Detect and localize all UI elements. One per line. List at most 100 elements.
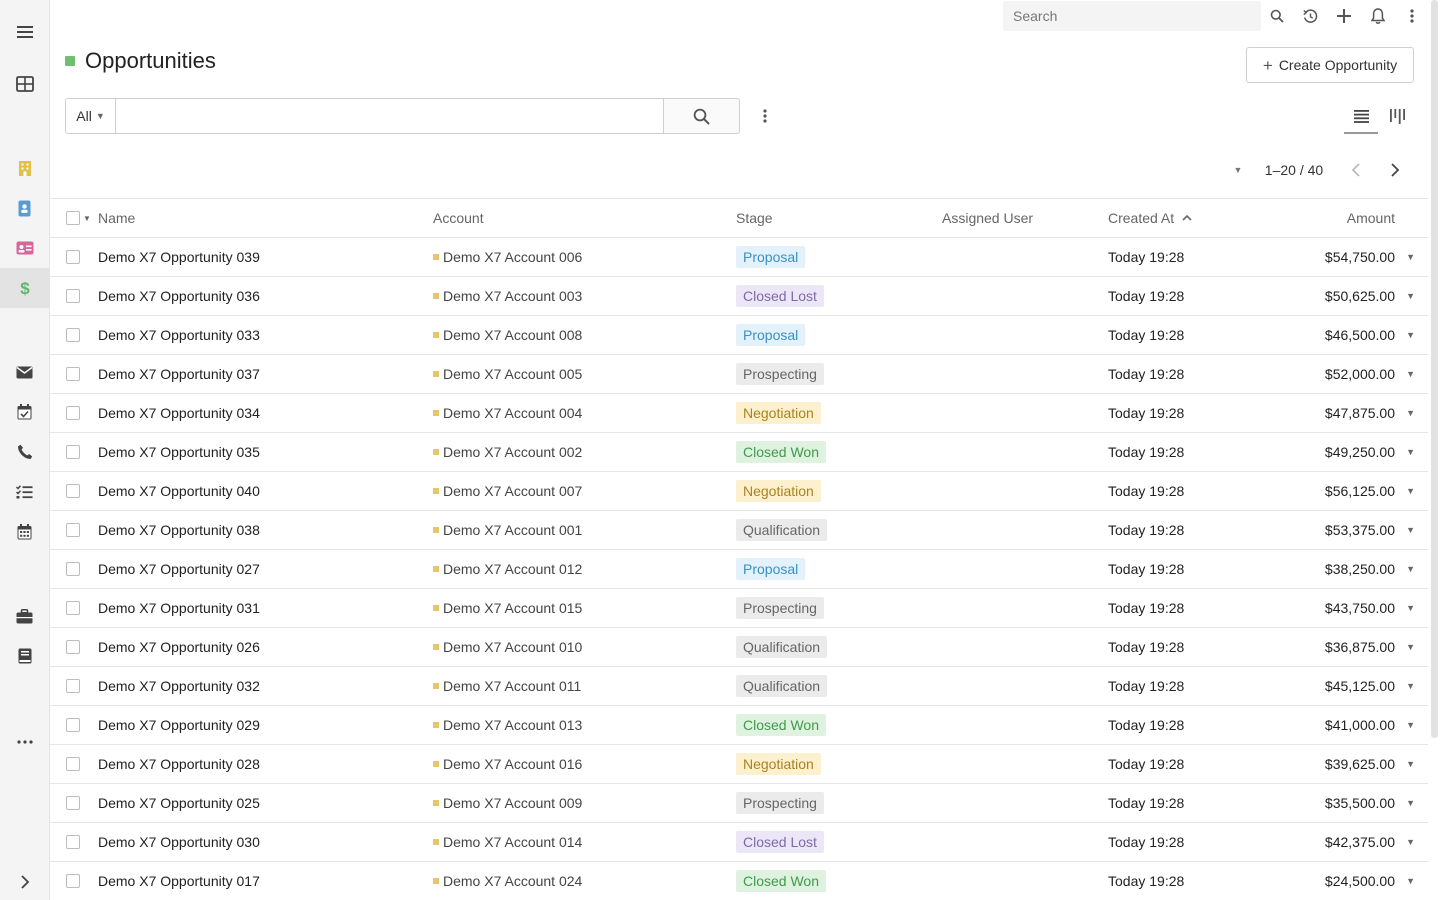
column-header-amount[interactable]: Amount [1347,199,1395,238]
table-row[interactable]: Demo X7 Opportunity 040 Demo X7 Account 0… [50,472,1428,511]
scrollbar[interactable] [1429,0,1440,900]
account-link[interactable]: Demo X7 Account 005 [433,355,582,393]
scrollbar-thumb[interactable] [1431,0,1438,738]
row-checkbox[interactable] [66,562,80,576]
row-checkbox[interactable] [66,835,80,849]
table-row[interactable]: Demo X7 Opportunity 027 Demo X7 Account 0… [50,550,1428,589]
account-link[interactable]: Demo X7 Account 008 [433,316,582,354]
table-row[interactable]: Demo X7 Opportunity 032 Demo X7 Account 0… [50,667,1428,706]
last-viewed-button[interactable] [1299,5,1321,27]
table-row[interactable]: Demo X7 Opportunity 037 Demo X7 Account 0… [50,355,1428,394]
previous-page-button[interactable] [1344,159,1366,181]
opportunity-name-link[interactable]: Demo X7 Opportunity 030 [98,823,260,861]
create-opportunity-button[interactable]: + Create Opportunity [1246,47,1414,83]
account-link[interactable]: Demo X7 Account 024 [433,862,582,900]
opportunity-name-link[interactable]: Demo X7 Opportunity 039 [98,238,260,276]
opportunity-name-link[interactable]: Demo X7 Opportunity 017 [98,862,260,900]
sidebar-item-cases[interactable] [0,596,49,636]
opportunity-name-link[interactable]: Demo X7 Opportunity 032 [98,667,260,705]
account-link[interactable]: Demo X7 Account 011 [433,667,581,705]
account-link[interactable]: Demo X7 Account 016 [433,745,582,783]
global-search-button[interactable] [1266,5,1288,27]
select-all-caret-icon[interactable]: ▼ [83,199,91,238]
row-checkbox[interactable] [66,679,80,693]
row-checkbox[interactable] [66,445,80,459]
account-link[interactable]: Demo X7 Account 004 [433,394,582,432]
table-row[interactable]: Demo X7 Opportunity 035 Demo X7 Account 0… [50,433,1428,472]
sidebar-item-knowledge-base[interactable] [0,636,49,676]
table-row[interactable]: Demo X7 Opportunity 025 Demo X7 Account 0… [50,784,1428,823]
column-header-account[interactable]: Account [433,199,484,238]
quick-create-button[interactable] [1333,5,1355,27]
row-checkbox[interactable] [66,250,80,264]
table-row[interactable]: Demo X7 Opportunity 031 Demo X7 Account 0… [50,589,1428,628]
sidebar-item-emails[interactable] [0,352,49,392]
sidebar-item-meetings[interactable] [0,392,49,432]
table-row[interactable]: Demo X7 Opportunity 028 Demo X7 Account 0… [50,745,1428,784]
row-checkbox[interactable] [66,640,80,654]
row-checkbox[interactable] [66,523,80,537]
column-header-stage[interactable]: Stage [736,199,773,238]
sidebar-item-calendar[interactable] [0,512,49,552]
sidebar-item-tasks[interactable] [0,472,49,512]
row-checkbox[interactable] [66,484,80,498]
column-header-name[interactable]: Name [98,199,135,238]
row-checkbox[interactable] [66,328,80,342]
account-link[interactable]: Demo X7 Account 009 [433,784,582,822]
sidebar-expand-button[interactable] [0,862,49,900]
row-actions-caret-icon[interactable]: ▼ [1406,745,1415,783]
opportunity-name-link[interactable]: Demo X7 Opportunity 033 [98,316,260,354]
row-checkbox[interactable] [66,367,80,381]
row-checkbox[interactable] [66,796,80,810]
table-row[interactable]: Demo X7 Opportunity 036 Demo X7 Account 0… [50,277,1428,316]
opportunity-name-link[interactable]: Demo X7 Opportunity 038 [98,511,260,549]
table-row[interactable]: Demo X7 Opportunity 029 Demo X7 Account 0… [50,706,1428,745]
opportunity-name-link[interactable]: Demo X7 Opportunity 035 [98,433,260,471]
account-link[interactable]: Demo X7 Account 006 [433,238,582,276]
table-row[interactable]: Demo X7 Opportunity 017 Demo X7 Account 0… [50,862,1428,900]
pager-options-caret[interactable]: ▼ [1230,162,1246,178]
row-actions-caret-icon[interactable]: ▼ [1406,511,1415,549]
filter-search-button[interactable] [664,98,740,134]
table-row[interactable]: Demo X7 Opportunity 030 Demo X7 Account 0… [50,823,1428,862]
sidebar-item-opportunities[interactable]: $ [0,268,49,308]
opportunity-name-link[interactable]: Demo X7 Opportunity 031 [98,589,260,627]
global-search-input[interactable] [1003,1,1261,31]
row-actions-caret-icon[interactable]: ▼ [1406,394,1415,432]
row-actions-caret-icon[interactable]: ▼ [1406,238,1415,276]
row-actions-caret-icon[interactable]: ▼ [1406,355,1415,393]
next-page-button[interactable] [1384,159,1406,181]
table-row[interactable]: Demo X7 Opportunity 038 Demo X7 Account 0… [50,511,1428,550]
row-checkbox[interactable] [66,289,80,303]
sidebar-item-accounts[interactable] [0,148,49,188]
opportunity-name-link[interactable]: Demo X7 Opportunity 036 [98,277,260,315]
list-view-button[interactable] [1344,100,1378,134]
row-actions-caret-icon[interactable]: ▼ [1406,628,1415,666]
opportunity-name-link[interactable]: Demo X7 Opportunity 027 [98,550,260,588]
row-actions-caret-icon[interactable]: ▼ [1406,823,1415,861]
account-link[interactable]: Demo X7 Account 015 [433,589,582,627]
sidebar-item-leads[interactable] [0,228,49,268]
row-actions-caret-icon[interactable]: ▼ [1406,550,1415,588]
row-actions-caret-icon[interactable]: ▼ [1406,316,1415,354]
row-checkbox[interactable] [66,757,80,771]
account-link[interactable]: Demo X7 Account 012 [433,550,582,588]
opportunity-name-link[interactable]: Demo X7 Opportunity 040 [98,472,260,510]
opportunity-name-link[interactable]: Demo X7 Opportunity 034 [98,394,260,432]
account-link[interactable]: Demo X7 Account 003 [433,277,582,315]
account-link[interactable]: Demo X7 Account 007 [433,472,582,510]
opportunity-name-link[interactable]: Demo X7 Opportunity 029 [98,706,260,744]
opportunity-name-link[interactable]: Demo X7 Opportunity 026 [98,628,260,666]
table-row[interactable]: Demo X7 Opportunity 039 Demo X7 Account 0… [50,238,1428,277]
opportunity-name-link[interactable]: Demo X7 Opportunity 028 [98,745,260,783]
column-header-created-at[interactable]: Created At [1108,199,1192,238]
sidebar-more-button[interactable] [0,722,49,762]
account-link[interactable]: Demo X7 Account 014 [433,823,582,861]
column-header-assigned-user[interactable]: Assigned User [942,199,1033,238]
row-actions-caret-icon[interactable]: ▼ [1406,667,1415,705]
row-actions-caret-icon[interactable]: ▼ [1406,589,1415,627]
account-link[interactable]: Demo X7 Account 010 [433,628,582,666]
table-row[interactable]: Demo X7 Opportunity 033 Demo X7 Account 0… [50,316,1428,355]
row-actions-caret-icon[interactable]: ▼ [1406,862,1415,900]
sidebar-item-calls[interactable] [0,432,49,472]
